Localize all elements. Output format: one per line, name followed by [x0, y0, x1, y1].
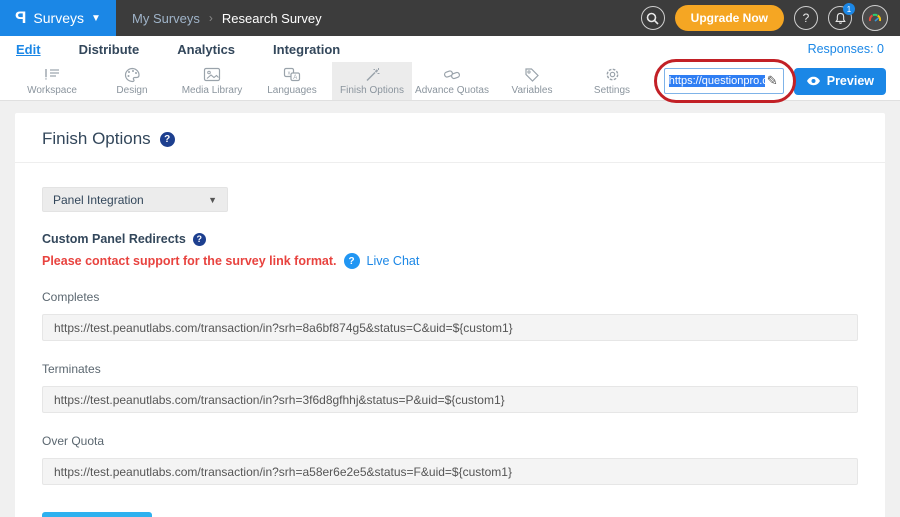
breadcrumb-my-surveys[interactable]: My Surveys [132, 11, 200, 26]
tab-analytics[interactable]: Analytics [177, 42, 235, 57]
main-content: Finish Options ? Panel Integration ▼ Cus… [0, 101, 900, 517]
toolbar-item-design[interactable]: Design [92, 62, 172, 100]
survey-nav-tabs: Edit Distribute Analytics Integration Re… [0, 36, 900, 62]
toolbar-item-variables[interactable]: Variables [492, 62, 572, 100]
card-body: Panel Integration ▼ Custom Panel Redirec… [15, 163, 885, 517]
account-avatar[interactable] [862, 5, 888, 31]
toolbar-item-languages[interactable]: Ax Languages [252, 62, 332, 100]
question-mark-icon: ? [803, 11, 810, 25]
breadcrumb-current-survey: Research Survey [222, 11, 322, 26]
eye-icon [806, 76, 821, 86]
gear-icon [604, 66, 621, 83]
completes-field-group: Completes [42, 290, 858, 341]
tab-integration[interactable]: Integration [273, 42, 340, 57]
terminates-label: Terminates [42, 362, 858, 376]
over-quota-label: Over Quota [42, 434, 858, 448]
search-icon [646, 12, 659, 25]
preview-button[interactable]: Preview [794, 68, 886, 95]
save-changes-button[interactable]: Save Changes [42, 512, 152, 517]
toolbar-right: https://questionpro.com/t/A ✎ Preview [664, 62, 900, 100]
section-label: Custom Panel Redirects [42, 232, 186, 246]
support-note-row: Please contact support for the survey li… [42, 253, 858, 269]
survey-link-selected-text: https://questionpro.com/t/A [669, 75, 765, 87]
help-button[interactable]: ? [794, 6, 818, 30]
svg-text:x: x [288, 71, 291, 77]
chevron-down-icon: ▼ [208, 195, 217, 205]
questionpro-logo-icon: P [15, 8, 26, 28]
gauge-icon [866, 9, 884, 27]
terminates-field-group: Terminates [42, 362, 858, 413]
toolbar-item-finish-options[interactable]: Finish Options [332, 62, 412, 100]
panel-integration-dropdown[interactable]: Panel Integration ▼ [42, 187, 228, 212]
support-note-text: Please contact support for the survey li… [42, 254, 337, 268]
topbar-actions: Upgrade Now ? 1 [641, 0, 900, 36]
palette-icon [124, 66, 141, 83]
toolbar-item-settings[interactable]: Settings [572, 62, 652, 100]
toolbar-item-workspace[interactable]: Workspace [12, 62, 92, 100]
edit-pencil-icon[interactable]: ✎ [767, 73, 778, 89]
responses-count[interactable]: Responses: 0 [808, 42, 884, 56]
search-button[interactable] [641, 6, 665, 30]
svg-text:A: A [293, 75, 297, 81]
toolbar-item-media-library[interactable]: Media Library [172, 62, 252, 100]
breadcrumb: My Surveys › Research Survey [132, 0, 322, 36]
magic-wand-icon [364, 66, 381, 83]
notifications-button[interactable]: 1 [828, 6, 852, 30]
live-chat-icon[interactable]: ? [344, 253, 360, 269]
toolbar-item-advance-quotas[interactable]: Advance Quotas [412, 62, 492, 100]
tab-edit[interactable]: Edit [16, 42, 41, 57]
breadcrumb-separator-icon: › [209, 11, 213, 25]
tab-distribute[interactable]: Distribute [79, 42, 140, 57]
card-header: Finish Options ? [15, 113, 885, 163]
image-icon [203, 66, 221, 83]
top-bar: P Surveys ▼ My Surveys › Research Survey… [0, 0, 900, 36]
edit-toolbar: Workspace Design Media Library Ax Langua… [0, 62, 900, 101]
translate-icon: Ax [283, 66, 301, 83]
upgrade-now-button[interactable]: Upgrade Now [675, 5, 784, 31]
completes-url-input[interactable] [42, 314, 858, 341]
redirects-help-icon[interactable]: ? [193, 233, 206, 246]
finish-options-card: Finish Options ? Panel Integration ▼ Cus… [15, 113, 885, 517]
page-title: Finish Options [42, 129, 151, 149]
custom-panel-redirects-row: Custom Panel Redirects ? [42, 232, 858, 246]
chain-link-icon [443, 66, 461, 83]
chevron-down-icon: ▼ [91, 13, 101, 24]
completes-label: Completes [42, 290, 858, 304]
terminates-url-input[interactable] [42, 386, 858, 413]
workspace-icon [43, 66, 61, 83]
notification-badge: 1 [843, 3, 855, 15]
surveys-product-menu[interactable]: P Surveys ▼ [0, 0, 116, 36]
live-chat-link[interactable]: Live Chat [367, 254, 420, 268]
over-quota-field-group: Over Quota [42, 434, 858, 485]
product-name: Surveys [33, 10, 84, 26]
finish-options-help-icon[interactable]: ? [160, 132, 175, 147]
over-quota-url-input[interactable] [42, 458, 858, 485]
tag-icon [524, 66, 540, 83]
dropdown-selected-value: Panel Integration [53, 193, 144, 207]
survey-link-input[interactable]: https://questionpro.com/t/A ✎ [664, 68, 784, 94]
